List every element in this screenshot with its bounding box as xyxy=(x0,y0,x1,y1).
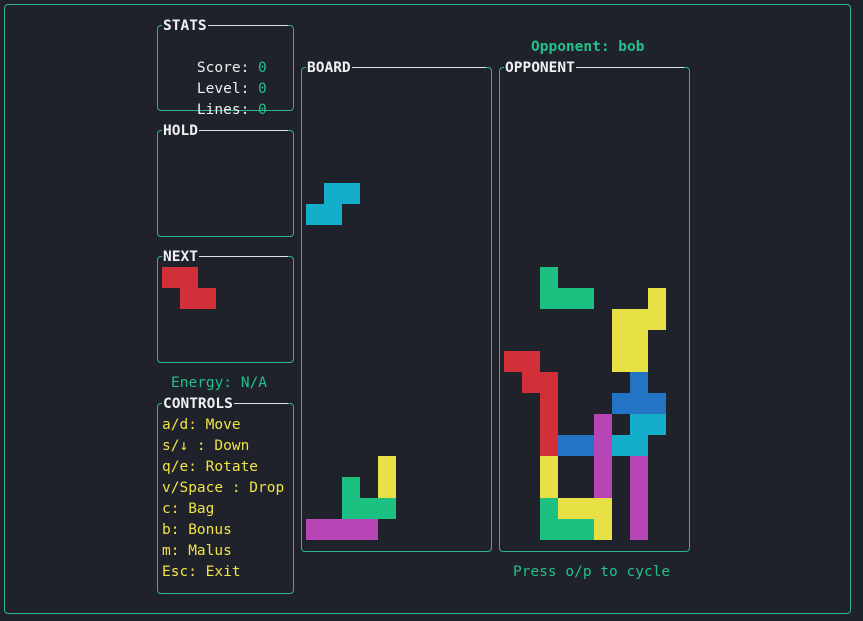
control-bag: c: Bag xyxy=(162,501,215,517)
opponent-stack-block xyxy=(540,477,558,498)
control-rotate: q/e: Rotate xyxy=(162,459,259,475)
board-active-piece-block xyxy=(324,204,342,225)
opponent-stack-block xyxy=(540,372,558,393)
opponent-stack-block xyxy=(558,435,576,456)
opponent-stack-block xyxy=(630,435,648,456)
opponent-stack-block xyxy=(612,309,630,330)
stats-panel: STATS Score: 0 Level: 0 Lines: 0 xyxy=(157,17,294,118)
board-active-piece-block xyxy=(324,183,342,204)
lines-value: 0 xyxy=(258,102,267,118)
lines-label: Lines: xyxy=(196,102,250,118)
hold-panel: HOLD xyxy=(157,122,294,237)
opponent-stack-block xyxy=(630,351,648,372)
controls-title: CONTROLS xyxy=(162,395,234,413)
opponent-stack-block xyxy=(648,393,666,414)
opponent-stack-block xyxy=(540,267,558,288)
hold-title: HOLD xyxy=(162,122,199,140)
next-piece-block xyxy=(180,288,198,309)
opponent-stack-block xyxy=(594,414,612,435)
board-stack-block xyxy=(378,456,396,477)
opponent-stack-block xyxy=(648,414,666,435)
board-panel: BOARD xyxy=(301,59,492,552)
opponent-stack-block xyxy=(558,288,576,309)
board-active-piece-block xyxy=(306,204,324,225)
control-move: a/d: Move xyxy=(162,417,241,433)
cycle-hint: Press o/p to cycle xyxy=(513,564,671,580)
board-stack-block xyxy=(360,498,378,519)
opponent-stack-block xyxy=(630,393,648,414)
control-exit: Esc: Exit xyxy=(162,564,241,580)
opponent-stack-block xyxy=(540,519,558,540)
opponent-stack-block xyxy=(540,456,558,477)
opponent-stack-block xyxy=(630,477,648,498)
opponent-stack-block xyxy=(630,330,648,351)
opponent-stack-block xyxy=(540,288,558,309)
stats-title: STATS xyxy=(162,17,208,35)
control-drop: v/Space : Drop xyxy=(162,480,285,496)
board-stack-block xyxy=(378,498,396,519)
opponent-stack-block xyxy=(630,414,648,435)
opponent-stack-block xyxy=(522,372,540,393)
opponent-stack-block xyxy=(630,456,648,477)
next-title: NEXT xyxy=(162,248,199,266)
energy-label: Energy: N/A xyxy=(171,375,268,391)
opponent-stack-block xyxy=(540,393,558,414)
opponent-stack-block xyxy=(612,351,630,372)
board-title: BOARD xyxy=(306,59,352,77)
board-stack-block xyxy=(342,519,360,540)
board-stack-block xyxy=(342,498,360,519)
opponent-stack-block xyxy=(576,519,594,540)
opponent-stack-block xyxy=(612,435,630,456)
opponent-stack-block xyxy=(540,414,558,435)
board-stack-block xyxy=(342,477,360,498)
opponent-stack-block xyxy=(522,351,540,372)
opponent-stack-block xyxy=(576,435,594,456)
control-malus: m: Malus xyxy=(162,543,232,559)
opponent-stack-block xyxy=(630,519,648,540)
board-active-piece-block xyxy=(342,183,360,204)
board-stack-block xyxy=(306,519,324,540)
control-bonus: b: Bonus xyxy=(162,522,232,538)
board-stack-block xyxy=(360,519,378,540)
opponent-stack-block xyxy=(540,435,558,456)
opponent-stack-block xyxy=(558,498,576,519)
next-piece-block xyxy=(162,267,180,288)
board-stack-block xyxy=(324,519,342,540)
opponent-stack-block xyxy=(576,288,594,309)
opponent-stack-block xyxy=(648,288,666,309)
next-piece-block xyxy=(198,288,216,309)
opponent-stack-block xyxy=(648,309,666,330)
opponent-title: OPPONENT xyxy=(504,59,576,77)
opponent-name: Opponent: bob xyxy=(531,39,645,55)
opponent-stack-block xyxy=(612,330,630,351)
next-piece-block xyxy=(180,267,198,288)
opponent-stack-block xyxy=(630,309,648,330)
board-stack-block xyxy=(378,477,396,498)
controls-panel: CONTROLS a/d: Move s/↓ : Down q/e: Rotat… xyxy=(157,395,294,594)
opponent-stack-block xyxy=(540,498,558,519)
opponent-stack-block xyxy=(594,498,612,519)
opponent-stack-block xyxy=(504,351,522,372)
opponent-stack-block xyxy=(612,393,630,414)
opponent-stack-block xyxy=(630,498,648,519)
opponent-stack-block xyxy=(594,477,612,498)
control-down: s/↓ : Down xyxy=(162,438,250,454)
opponent-stack-block xyxy=(630,372,648,393)
opponent-stack-block xyxy=(558,519,576,540)
opponent-stack-block xyxy=(594,435,612,456)
opponent-stack-block xyxy=(594,519,612,540)
opponent-stack-block xyxy=(576,498,594,519)
opponent-stack-block xyxy=(594,456,612,477)
